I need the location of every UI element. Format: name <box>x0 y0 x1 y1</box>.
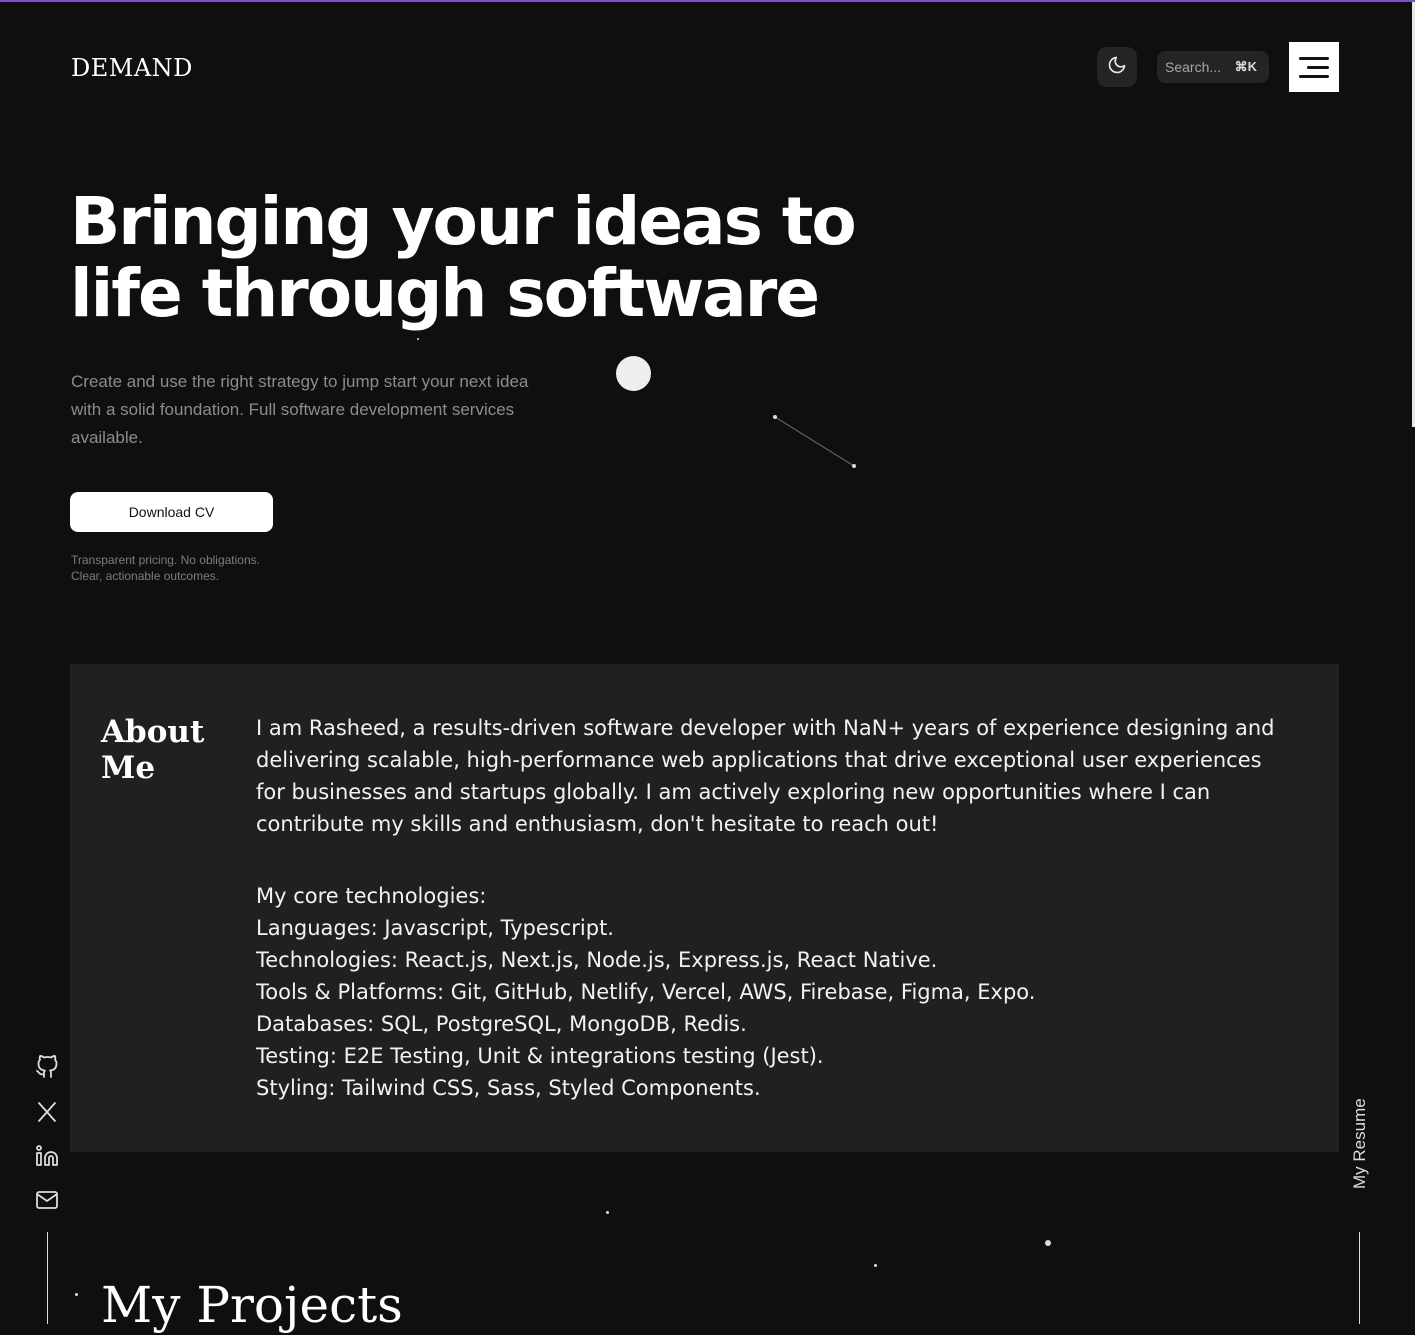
top-accent-line <box>0 0 1415 2</box>
search-shortcut: ⌘K <box>1234 59 1257 74</box>
decorative-circle <box>616 356 651 391</box>
hamburger-icon-line <box>1299 74 1329 78</box>
github-icon[interactable] <box>34 1054 60 1080</box>
about-section: About Me I am Rasheed, a results-driven … <box>70 664 1339 1152</box>
about-title-line: About <box>101 714 205 750</box>
tech-line: Technologies: React.js, Next.js, Node.js… <box>256 948 938 972</box>
hero-description: Create and use the right strategy to jum… <box>71 372 529 447</box>
pricing-note-line: Transparent pricing. No obligations. <box>71 553 260 567</box>
search-button[interactable]: Search... ⌘K <box>1157 51 1269 83</box>
menu-button[interactable] <box>1289 42 1339 92</box>
moon-icon <box>1107 55 1127 80</box>
tech-line: Testing: E2E Testing, Unit & integration… <box>256 1044 824 1068</box>
pricing-note: Transparent pricing. No obligations. Cle… <box>71 552 260 584</box>
download-cv-button[interactable]: Download CV <box>70 492 273 532</box>
tech-heading: My core technologies: <box>256 884 487 908</box>
tech-list: My core technologies: Languages: Javascr… <box>256 880 1296 1104</box>
decorative-dot <box>75 1293 78 1296</box>
about-body: I am Rasheed, a results-driven software … <box>256 712 1296 1104</box>
mail-icon[interactable] <box>34 1187 60 1213</box>
tech-line: Databases: SQL, PostgreSQL, MongoDB, Red… <box>256 1012 747 1036</box>
right-divider-line <box>1359 1232 1360 1324</box>
decorative-dot <box>417 338 419 340</box>
resume-link[interactable]: My Resume <box>1350 1098 1370 1189</box>
theme-toggle-button[interactable] <box>1097 47 1137 87</box>
decorative-dot <box>1045 1240 1051 1246</box>
hero-title-line: life through software <box>70 255 820 332</box>
pricing-note-line: Clear, actionable outcomes. <box>71 569 220 583</box>
hamburger-icon-line <box>1307 65 1329 69</box>
tech-line: Languages: Javascript, Typescript. <box>256 916 614 940</box>
hero-title: Bringing your ideas to life through soft… <box>70 186 870 330</box>
decorative-dot <box>606 1211 609 1214</box>
x-icon[interactable] <box>34 1099 60 1125</box>
left-divider-line <box>47 1232 48 1324</box>
tech-line: Tools & Platforms: Git, GitHub, Netlify,… <box>256 980 1036 1004</box>
search-placeholder: Search... <box>1165 59 1222 75</box>
tech-line: Styling: Tailwind CSS, Sass, Styled Comp… <box>256 1076 761 1100</box>
about-intro: I am Rasheed, a results-driven software … <box>256 716 1275 836</box>
constellation-line <box>773 415 856 468</box>
about-title-line: Me <box>101 750 156 786</box>
decorative-dot <box>874 1264 877 1267</box>
hamburger-icon <box>1299 56 1329 60</box>
site-logo[interactable]: DEMAND <box>71 54 193 82</box>
hero-title-line: Bringing your ideas to <box>70 183 857 260</box>
linkedin-icon[interactable] <box>34 1143 60 1169</box>
projects-title: My Projects <box>101 1276 403 1334</box>
about-title: About Me <box>101 714 204 786</box>
